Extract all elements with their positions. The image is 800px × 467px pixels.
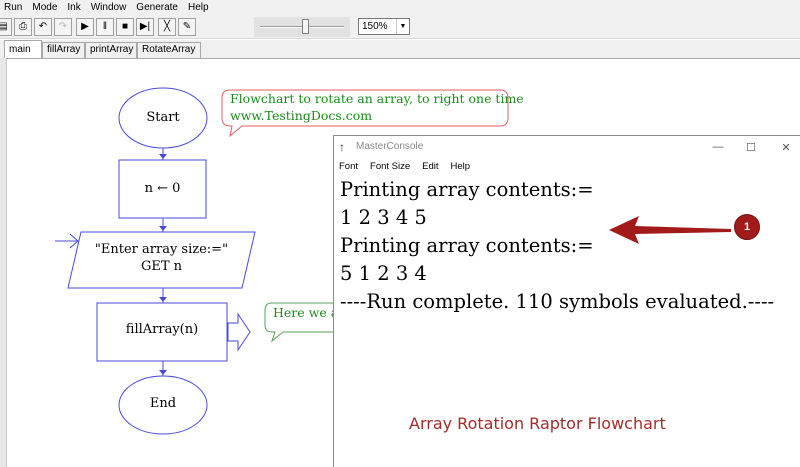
annotation-arrow-icon <box>609 216 731 244</box>
clear-icon: ╳ <box>163 21 171 32</box>
maximize-icon[interactable]: ☐ <box>737 137 765 157</box>
raptor-icon: ↑ <box>339 140 345 154</box>
pencil-button[interactable]: ✎ <box>178 18 196 36</box>
image-caption: Array Rotation Raptor Flowchart <box>409 414 666 433</box>
annotation-arrow-shape <box>609 216 731 244</box>
clear-button[interactable]: ╳ <box>158 18 176 36</box>
save-icon: ▤ <box>0 21 8 32</box>
print-button[interactable]: ⎙ <box>14 18 32 36</box>
tab-bar: main fillArray printArray RotateArray <box>0 40 800 58</box>
menu-ink[interactable]: Ink <box>62 0 85 15</box>
zoom-select[interactable]: 150% ▼ <box>358 18 410 35</box>
redo-button[interactable]: ↷ <box>54 18 72 36</box>
menu-help[interactable]: Help <box>183 0 214 15</box>
run-button[interactable]: ▶ <box>76 18 94 36</box>
step-button[interactable]: ▶| <box>136 18 154 36</box>
undo-button[interactable]: ↶ <box>34 18 52 36</box>
undo-icon: ↶ <box>38 21 48 32</box>
assign-label: n ← 0 <box>144 181 181 196</box>
call-arrow-icon <box>227 312 251 352</box>
chevron-down-icon[interactable]: ▼ <box>396 19 409 34</box>
toolbar: ▤ ⎙ ↶ ↷ ▶ ‖ ■ ▶| ╳ ✎ 150% ▼ <box>0 15 800 39</box>
end-label: End <box>149 396 177 411</box>
console-menu-help[interactable]: Help <box>445 161 477 172</box>
print-icon: ⎙ <box>19 21 27 32</box>
save-button[interactable]: ▤ <box>0 18 12 36</box>
input-prompt-label: "Enter array size:=" <box>94 242 229 257</box>
minimize-icon[interactable]: — <box>704 137 732 157</box>
call-label: fillArray(n) <box>125 322 199 337</box>
tab-main[interactable]: main <box>4 40 42 58</box>
tab-printarray[interactable]: printArray <box>85 42 137 58</box>
console-line: ----Run complete. 110 symbols evaluated.… <box>340 290 775 313</box>
arrowhead <box>159 370 167 375</box>
stop-button[interactable]: ■ <box>116 18 134 36</box>
console-menu-font-size[interactable]: Font Size <box>364 161 416 172</box>
menu-generate[interactable]: Generate <box>131 0 183 15</box>
close-icon[interactable]: ✕ <box>772 137 800 157</box>
input-get-label: GET n <box>140 259 183 274</box>
speed-slider[interactable] <box>254 17 350 37</box>
stop-icon: ■ <box>121 21 129 32</box>
redo-icon: ↷ <box>58 21 68 32</box>
console-line: Printing array contents:= <box>340 178 594 201</box>
menu-run[interactable]: Run <box>0 0 27 15</box>
console-titlebar[interactable]: ↑ MasterConsole — ☐ ✕ <box>334 136 800 158</box>
tab-rotatearray[interactable]: RotateArray <box>137 42 201 58</box>
step-icon: ▶| <box>139 21 151 32</box>
console-title: MasterConsole <box>356 141 424 152</box>
start-label: Start <box>146 110 180 125</box>
arrowhead <box>159 297 167 302</box>
pause-icon: ‖ <box>102 21 108 32</box>
console-menu-bar: Font Font Size Edit Help <box>334 158 800 174</box>
annotation-badge: 1 <box>734 214 760 240</box>
console-menu-font[interactable]: Font <box>334 161 364 172</box>
pencil-icon: ✎ <box>182 21 192 32</box>
speed-slider-thumb[interactable] <box>302 19 310 34</box>
console-menu-edit[interactable]: Edit <box>416 161 444 172</box>
zoom-value: 150% <box>362 21 388 32</box>
console-line: 5 1 2 3 4 <box>340 262 427 285</box>
comment-title-line1: Flowchart to rotate an array, to right o… <box>230 91 524 106</box>
arrowhead <box>159 154 167 159</box>
comment-title-line2: www.TestingDocs.com <box>230 108 373 123</box>
menu-bar: Run Mode Ink Window Generate Help <box>0 0 800 15</box>
pause-button[interactable]: ‖ <box>96 18 114 36</box>
menu-mode[interactable]: Mode <box>27 0 62 15</box>
tab-fillarray[interactable]: fillArray <box>42 42 85 58</box>
arrowhead <box>159 226 167 231</box>
menu-window[interactable]: Window <box>86 0 132 15</box>
play-icon: ▶ <box>81 21 89 32</box>
